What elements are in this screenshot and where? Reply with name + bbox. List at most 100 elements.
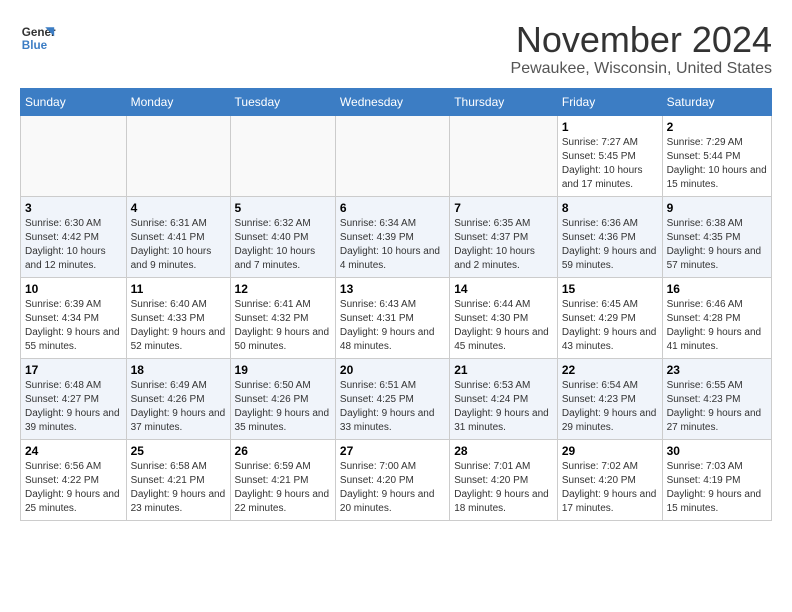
header-monday: Monday [126, 88, 230, 115]
day-cell: 26 Sunrise: 6:59 AMSunset: 4:21 PMDayligh… [230, 439, 335, 520]
logo-icon: General Blue [20, 20, 56, 56]
day-number: 15 [562, 282, 658, 296]
day-cell [21, 115, 127, 196]
day-number: 20 [340, 363, 445, 377]
day-number: 4 [131, 201, 226, 215]
day-number: 12 [235, 282, 331, 296]
day-info: Sunrise: 6:50 AMSunset: 4:26 PMDaylight:… [235, 380, 330, 433]
header-sunday: Sunday [21, 88, 127, 115]
day-info: Sunrise: 7:00 AMSunset: 4:20 PMDaylight:… [340, 461, 435, 514]
day-info: Sunrise: 6:43 AMSunset: 4:31 PMDaylight:… [340, 299, 435, 352]
day-info: Sunrise: 6:56 AMSunset: 4:22 PMDaylight:… [25, 461, 120, 514]
day-info: Sunrise: 7:02 AMSunset: 4:20 PMDaylight:… [562, 461, 657, 514]
week-row-2: 3Sunrise: 6:30 AMSunset: 4:42 PMDaylight… [21, 196, 772, 277]
subtitle: Pewaukee, Wisconsin, United States [511, 60, 772, 78]
week-row-1: 1 Sunrise: 7:27 AMSunset: 5:45 PMDaylight… [21, 115, 772, 196]
header-friday: Friday [557, 88, 662, 115]
day-info: Sunrise: 7:01 AMSunset: 4:20 PMDaylight:… [454, 461, 549, 514]
day-cell: 29 Sunrise: 7:02 AMSunset: 4:20 PMDayligh… [557, 439, 662, 520]
week-row-3: 10 Sunrise: 6:39 AMSunset: 4:34 PMDayligh… [21, 277, 772, 358]
day-cell: 2 Sunrise: 7:29 AMSunset: 5:44 PMDaylight… [662, 115, 771, 196]
day-info: Sunrise: 6:54 AMSunset: 4:23 PMDaylight:… [562, 380, 657, 433]
week-row-5: 24 Sunrise: 6:56 AMSunset: 4:22 PMDayligh… [21, 439, 772, 520]
day-cell [230, 115, 335, 196]
day-number: 11 [131, 282, 226, 296]
day-info: Sunrise: 6:34 AMSunset: 4:39 PMDaylight:… [340, 218, 440, 271]
header-wednesday: Wednesday [335, 88, 449, 115]
day-number: 3 [25, 201, 122, 215]
day-number: 9 [667, 201, 767, 215]
day-info: Sunrise: 6:39 AMSunset: 4:34 PMDaylight:… [25, 299, 120, 352]
day-cell: 1 Sunrise: 7:27 AMSunset: 5:45 PMDaylight… [557, 115, 662, 196]
day-cell: 22 Sunrise: 6:54 AMSunset: 4:23 PMDayligh… [557, 358, 662, 439]
day-info: Sunrise: 6:44 AMSunset: 4:30 PMDaylight:… [454, 299, 549, 352]
day-cell [450, 115, 558, 196]
day-cell: 15 Sunrise: 6:45 AMSunset: 4:29 PMDayligh… [557, 277, 662, 358]
day-cell: 6Sunrise: 6:34 AMSunset: 4:39 PMDaylight… [335, 196, 449, 277]
day-cell: 12 Sunrise: 6:41 AMSunset: 4:32 PMDayligh… [230, 277, 335, 358]
calendar-header: SundayMondayTuesdayWednesdayThursdayFrid… [21, 88, 772, 115]
day-info: Sunrise: 6:31 AMSunset: 4:41 PMDaylight:… [131, 218, 212, 271]
day-number: 2 [667, 120, 767, 134]
main-title: November 2024 [511, 20, 772, 60]
day-number: 29 [562, 444, 658, 458]
day-cell: 20 Sunrise: 6:51 AMSunset: 4:25 PMDayligh… [335, 358, 449, 439]
day-cell: 9 Sunrise: 6:38 AMSunset: 4:35 PMDaylight… [662, 196, 771, 277]
header-row: SundayMondayTuesdayWednesdayThursdayFrid… [21, 88, 772, 115]
day-cell: 18 Sunrise: 6:49 AMSunset: 4:26 PMDayligh… [126, 358, 230, 439]
day-cell: 24 Sunrise: 6:56 AMSunset: 4:22 PMDayligh… [21, 439, 127, 520]
svg-text:Blue: Blue [22, 39, 48, 52]
day-cell: 25Sunrise: 6:58 AMSunset: 4:21 PMDayligh… [126, 439, 230, 520]
day-cell: 16Sunrise: 6:46 AMSunset: 4:28 PMDayligh… [662, 277, 771, 358]
day-cell: 21 Sunrise: 6:53 AMSunset: 4:24 PMDayligh… [450, 358, 558, 439]
day-info: Sunrise: 6:49 AMSunset: 4:26 PMDaylight:… [131, 380, 226, 433]
day-info: Sunrise: 6:35 AMSunset: 4:37 PMDaylight:… [454, 218, 535, 271]
day-cell: 27 Sunrise: 7:00 AMSunset: 4:20 PMDayligh… [335, 439, 449, 520]
day-info: Sunrise: 6:40 AMSunset: 4:33 PMDaylight:… [131, 299, 226, 352]
day-info: Sunrise: 6:38 AMSunset: 4:35 PMDaylight:… [667, 218, 762, 271]
day-info: Sunrise: 6:53 AMSunset: 4:24 PMDaylight:… [454, 380, 549, 433]
day-info: Sunrise: 6:55 AMSunset: 4:23 PMDaylight:… [667, 380, 762, 433]
day-number: 18 [131, 363, 226, 377]
day-info: Sunrise: 6:58 AMSunset: 4:21 PMDaylight:… [131, 461, 226, 514]
title-section: November 2024 Pewaukee, Wisconsin, Unite… [511, 20, 772, 78]
day-cell: 3Sunrise: 6:30 AMSunset: 4:42 PMDaylight… [21, 196, 127, 277]
day-number: 21 [454, 363, 553, 377]
day-info: Sunrise: 6:59 AMSunset: 4:21 PMDaylight:… [235, 461, 330, 514]
day-number: 28 [454, 444, 553, 458]
day-cell: 14Sunrise: 6:44 AMSunset: 4:30 PMDayligh… [450, 277, 558, 358]
day-cell: 30 Sunrise: 7:03 AMSunset: 4:19 PMDayligh… [662, 439, 771, 520]
header-tuesday: Tuesday [230, 88, 335, 115]
calendar-body: 1 Sunrise: 7:27 AMSunset: 5:45 PMDaylight… [21, 115, 772, 520]
day-cell: 7Sunrise: 6:35 AMSunset: 4:37 PMDaylight… [450, 196, 558, 277]
day-number: 26 [235, 444, 331, 458]
day-number: 10 [25, 282, 122, 296]
day-number: 30 [667, 444, 767, 458]
day-cell: 8 Sunrise: 6:36 AMSunset: 4:36 PMDaylight… [557, 196, 662, 277]
day-info: Sunrise: 6:51 AMSunset: 4:25 PMDaylight:… [340, 380, 435, 433]
header: General Blue November 2024 Pewaukee, Wis… [20, 20, 772, 78]
day-info: Sunrise: 7:03 AMSunset: 4:19 PMDaylight:… [667, 461, 762, 514]
day-cell: 17Sunrise: 6:48 AMSunset: 4:27 PMDayligh… [21, 358, 127, 439]
day-info: Sunrise: 7:27 AMSunset: 5:45 PMDaylight:… [562, 137, 643, 190]
day-info: Sunrise: 6:41 AMSunset: 4:32 PMDaylight:… [235, 299, 330, 352]
day-number: 22 [562, 363, 658, 377]
day-number: 17 [25, 363, 122, 377]
day-number: 27 [340, 444, 445, 458]
day-cell: 5Sunrise: 6:32 AMSunset: 4:40 PMDaylight… [230, 196, 335, 277]
day-number: 16 [667, 282, 767, 296]
day-info: Sunrise: 6:45 AMSunset: 4:29 PMDaylight:… [562, 299, 657, 352]
week-row-4: 17Sunrise: 6:48 AMSunset: 4:27 PMDayligh… [21, 358, 772, 439]
day-number: 1 [562, 120, 658, 134]
header-saturday: Saturday [662, 88, 771, 115]
logo: General Blue [20, 20, 56, 56]
day-info: Sunrise: 6:32 AMSunset: 4:40 PMDaylight:… [235, 218, 316, 271]
day-info: Sunrise: 6:36 AMSunset: 4:36 PMDaylight:… [562, 218, 657, 271]
day-number: 23 [667, 363, 767, 377]
day-cell: 4 Sunrise: 6:31 AMSunset: 4:41 PMDaylight… [126, 196, 230, 277]
day-info: Sunrise: 7:29 AMSunset: 5:44 PMDaylight:… [667, 137, 767, 190]
day-number: 24 [25, 444, 122, 458]
header-thursday: Thursday [450, 88, 558, 115]
day-cell [126, 115, 230, 196]
day-number: 8 [562, 201, 658, 215]
